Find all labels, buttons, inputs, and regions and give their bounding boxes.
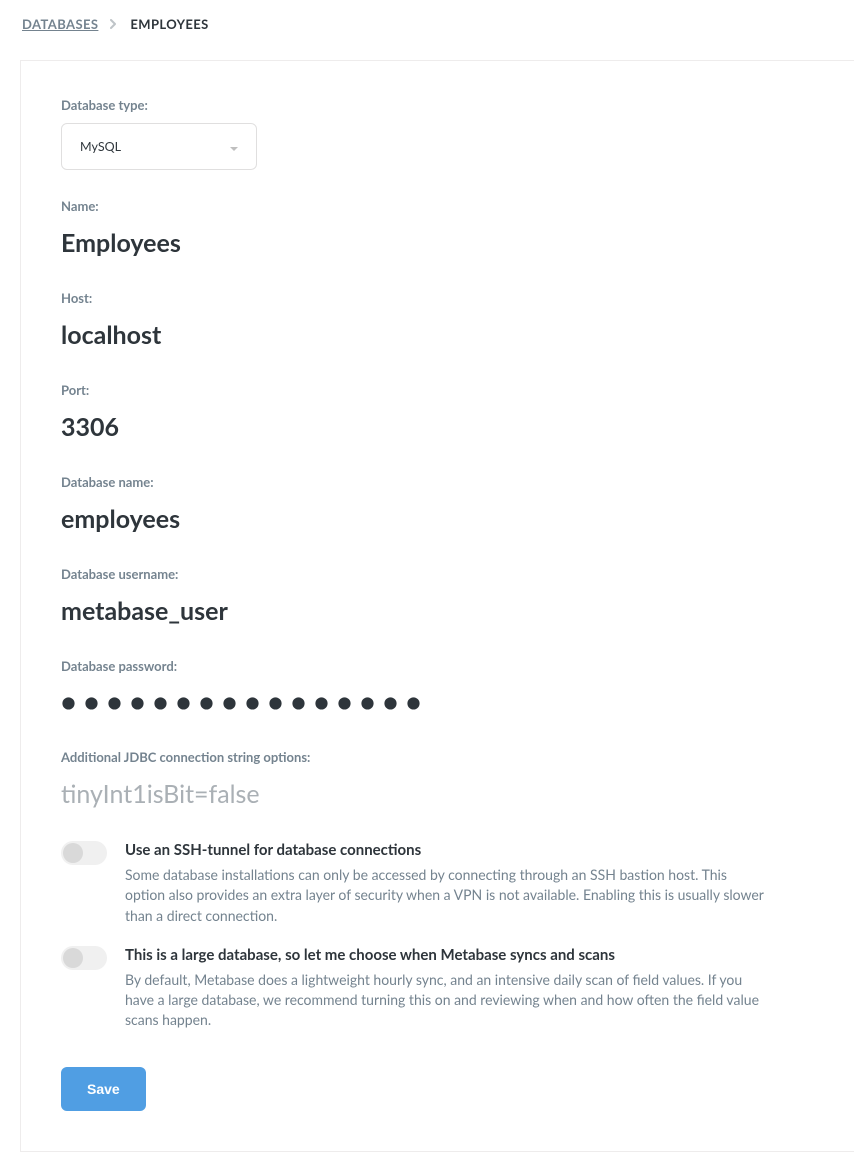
dbname-label: Database name: [61, 474, 814, 490]
large-db-title: This is a large database, so let me choo… [125, 946, 765, 964]
name-label: Name: [61, 198, 814, 214]
chevron-right-icon [110, 19, 118, 29]
username-label: Database username: [61, 566, 814, 582]
username-input[interactable] [61, 592, 814, 630]
host-label: Host: [61, 290, 814, 306]
db-type-select[interactable]: MySQL [61, 123, 257, 170]
caret-down-icon [230, 137, 238, 156]
ssh-tunnel-toggle[interactable] [61, 841, 107, 865]
dbname-input[interactable] [61, 500, 814, 538]
db-type-label: Database type: [61, 97, 814, 113]
name-input[interactable] [61, 224, 814, 262]
jdbc-label: Additional JDBC connection string option… [61, 749, 814, 765]
db-type-value: MySQL [80, 139, 121, 154]
port-input[interactable] [61, 408, 814, 446]
breadcrumb-current: EMPLOYEES [130, 16, 208, 32]
port-label: Port: [61, 382, 814, 398]
database-settings-panel: Database type: MySQL Name: Host: Port: D… [20, 60, 854, 1152]
large-db-desc: By default, Metabase does a lightweight … [125, 970, 765, 1031]
password-input[interactable]: ●●●●●●●●●●●●●●●● [61, 684, 814, 721]
ssh-tunnel-title: Use an SSH-tunnel for database connectio… [125, 841, 765, 859]
breadcrumb: DATABASES EMPLOYEES [0, 0, 854, 48]
save-button[interactable]: Save [61, 1067, 146, 1111]
password-label: Database password: [61, 658, 814, 674]
ssh-tunnel-desc: Some database installations can only be … [125, 865, 765, 926]
breadcrumb-link-databases[interactable]: DATABASES [22, 16, 98, 32]
host-input[interactable] [61, 316, 814, 354]
large-db-toggle[interactable] [61, 946, 107, 970]
jdbc-input[interactable] [61, 775, 814, 813]
